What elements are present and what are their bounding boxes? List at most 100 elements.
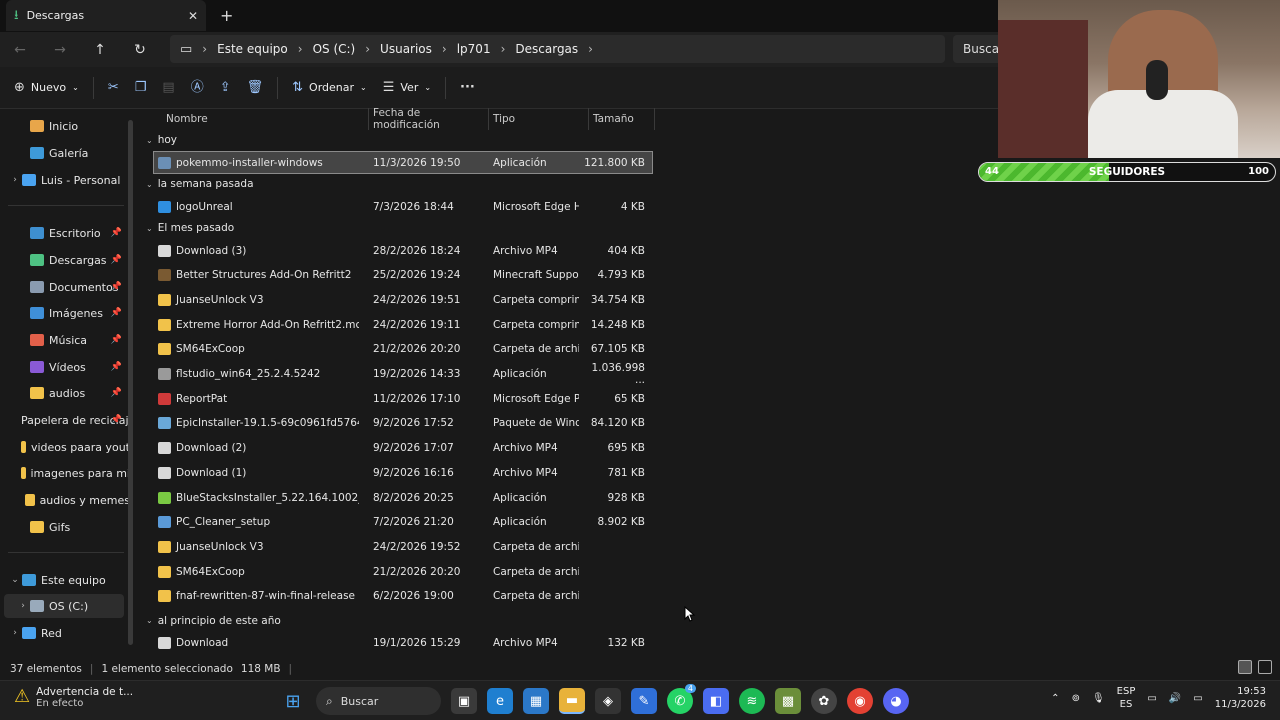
back-arrow-icon[interactable]: ← <box>0 42 40 58</box>
app-icon[interactable]: ✿ <box>811 688 837 714</box>
sidebar-item[interactable]: Descargas 📌 <box>0 248 130 272</box>
chevron-icon[interactable]: ⌄ <box>8 575 22 585</box>
more-options-button[interactable]: ··· <box>452 73 483 103</box>
forward-arrow-icon[interactable]: → <box>40 42 80 58</box>
chevron-icon[interactable]: › <box>8 175 22 185</box>
file-explorer-icon[interactable]: ▬ <box>559 688 585 714</box>
file-row[interactable]: Better Structures Add-On Refritt2 25/2/20… <box>154 265 652 286</box>
sidebar-item[interactable]: ⌄ Este equipo <box>0 568 130 592</box>
taskbar-search[interactable]: ⌕ Buscar <box>316 687 441 715</box>
unity-icon[interactable]: ◈ <box>595 688 621 714</box>
file-row[interactable]: fnaf-rewritten-87-win-final-release 6/2/2… <box>154 586 652 607</box>
clock[interactable]: 19:53 11/3/2026 <box>1215 685 1266 711</box>
sidebar-item[interactable]: Música 📌 <box>0 328 130 352</box>
refresh-icon[interactable]: ↻ <box>120 42 160 58</box>
file-row[interactable]: PC_Cleaner_setup 7/2/2026 21:20 Aplicación… <box>154 512 652 533</box>
tiles-view-icon[interactable] <box>1258 660 1272 674</box>
new-button[interactable]: ⊕ Nuevo ⌄ <box>6 73 87 103</box>
file-row[interactable]: JuanseUnlock V3 24/2/2026 19:52 Carpeta de… <box>154 536 652 557</box>
details-view-icon[interactable] <box>1238 660 1252 674</box>
whatsapp-icon[interactable]: ✆ 4 <box>667 684 696 714</box>
sidebar-scrollbar[interactable] <box>128 120 133 645</box>
language-indicator[interactable]: ESP ES <box>1117 685 1136 711</box>
sidebar-item[interactable]: › Red <box>0 621 130 645</box>
sidebar-item[interactable]: audios y memes <box>0 488 130 512</box>
file-row[interactable]: Download (1) 9/2/2026 16:16 Archivo MP4 781… <box>154 462 652 483</box>
file-row[interactable]: Download (2) 9/2/2026 17:07 Archivo MP4 695… <box>154 438 652 459</box>
file-row[interactable]: SM64ExCoop 21/2/2026 20:20 Carpeta de arch… <box>154 561 652 582</box>
tab-descargas[interactable]: ⭳ Descargas ✕ <box>6 0 206 31</box>
file-size: 404 KB <box>607 244 645 257</box>
group-header[interactable]: ⌄ al principio de este año <box>146 615 281 627</box>
paste-button[interactable]: ▤ <box>154 73 182 103</box>
microphone-icon[interactable]: 🎙 <box>1092 693 1105 704</box>
copy-button[interactable]: ❐ <box>127 73 155 103</box>
column-header-size[interactable]: Tamaño <box>589 108 655 130</box>
breadcrumb-item[interactable]: Descargas <box>515 42 578 56</box>
task-view-icon[interactable]: ▣ <box>451 688 477 714</box>
file-row[interactable]: ReportPat 11/2/2026 17:10 Microsoft Edge P… <box>154 388 652 409</box>
start-icon[interactable]: ⊞ <box>280 688 306 714</box>
sidebar-item[interactable]: imagenes para mi <box>0 461 130 485</box>
sidebar-item[interactable]: › OS (C:) <box>4 594 124 618</box>
sidebar-item[interactable]: Gifs <box>0 515 130 539</box>
column-header-type[interactable]: Tipo <box>489 108 589 130</box>
store-icon[interactable]: ▦ <box>523 688 549 714</box>
sort-button[interactable]: ⇅ Ordenar ⌄ <box>284 73 375 103</box>
sidebar-item[interactable]: audios 📌 <box>0 381 130 405</box>
chevron-icon[interactable]: › <box>16 601 30 611</box>
file-row[interactable]: Extreme Horror Add-On Refritt2.mcaddon 24… <box>154 314 652 335</box>
sidebar-item[interactable]: Papelera de reciclaje 📌 <box>0 408 130 432</box>
rename-button[interactable]: Ⓐ <box>183 73 212 103</box>
share-button[interactable]: ⇪ <box>212 73 239 103</box>
minecraft-icon[interactable]: ▩ <box>775 688 801 714</box>
address-bar[interactable]: ▭ › Este equipo › OS (C:) › Usuarios › l… <box>170 35 945 63</box>
column-header-date[interactable]: Fecha de modificación <box>369 107 489 131</box>
sidebar-item[interactable]: Documentos 📌 <box>0 275 130 299</box>
discord-icon[interactable]: ◕ <box>883 688 909 714</box>
app-icon[interactable]: ◧ <box>703 688 729 714</box>
delete-button[interactable]: 🗑 <box>239 73 272 103</box>
sync-icon[interactable]: ⊚ <box>1072 693 1080 704</box>
file-row[interactable]: pokemmo-installer-windows 11/3/2026 19:50… <box>153 151 653 174</box>
chrome-icon[interactable]: ◉ <box>847 688 873 714</box>
file-row[interactable]: flstudio_win64_25.2.4.5242 19/2/2026 14:3… <box>154 362 652 386</box>
file-type-icon <box>158 466 171 479</box>
up-arrow-icon[interactable]: ↑ <box>80 42 120 58</box>
close-icon[interactable]: ✕ <box>188 9 198 23</box>
sidebar-item[interactable]: videos paara yout <box>0 435 130 459</box>
column-header-name[interactable]: Nombre <box>160 108 369 130</box>
breadcrumb-item[interactable]: Este equipo <box>217 42 288 56</box>
group-header[interactable]: ⌄ la semana pasada <box>146 178 254 190</box>
weather-warning-widget[interactable]: ⚠ Advertencia de t... En efecto <box>14 686 133 709</box>
breadcrumb-item[interactable]: Usuarios <box>380 42 432 56</box>
chevron-up-icon[interactable]: ⌃ <box>1051 693 1059 704</box>
edge-icon[interactable]: e <box>487 688 513 714</box>
battery-icon[interactable]: ▭ <box>1193 693 1202 704</box>
file-row[interactable]: EpicInstaller-19.1.5-69c0961fd576478cbf.… <box>154 413 652 434</box>
cut-button[interactable]: ✂ <box>100 73 127 103</box>
breadcrumb-item[interactable]: lp701 <box>457 42 491 56</box>
chevron-icon[interactable]: › <box>8 628 22 638</box>
file-row[interactable]: Download 19/1/2026 15:29 Archivo MP4 132 KB <box>154 633 652 654</box>
file-row[interactable]: BlueStacksInstaller_5.22.164.1002_native… <box>154 487 652 508</box>
sidebar-item[interactable]: Imágenes 📌 <box>0 301 130 325</box>
file-row[interactable]: logoUnreal 7/3/2026 18:44 Microsoft Edge H… <box>154 196 652 217</box>
group-header[interactable]: ⌄ El mes pasado <box>146 222 234 234</box>
sidebar-item[interactable]: › Luis - Personal <box>0 168 130 192</box>
breadcrumb-item[interactable]: OS (C:) <box>313 42 356 56</box>
app-icon[interactable]: ✎ <box>631 688 657 714</box>
sidebar-item[interactable]: Vídeos 📌 <box>0 355 130 379</box>
sidebar-item[interactable]: Inicio <box>0 114 130 138</box>
file-row[interactable]: SM64ExCoop 21/2/2026 20:20 Carpeta de arch… <box>154 339 652 360</box>
new-tab-icon[interactable]: + <box>220 6 233 25</box>
network-icon[interactable]: ▭ <box>1147 693 1156 704</box>
sidebar-item[interactable]: Galería <box>0 141 130 165</box>
file-row[interactable]: JuanseUnlock V3 24/2/2026 19:51 Carpeta co… <box>154 289 652 310</box>
group-header[interactable]: ⌄ hoy <box>146 134 177 146</box>
view-button[interactable]: ☰ Ver ⌄ <box>375 73 439 103</box>
spotify-icon[interactable]: ≋ <box>739 688 765 714</box>
file-row[interactable]: Download (3) 28/2/2026 18:24 Archivo MP4 40… <box>154 240 652 261</box>
volume-icon[interactable]: 🔊 <box>1169 693 1181 704</box>
sidebar-item[interactable]: Escritorio 📌 <box>0 221 130 245</box>
